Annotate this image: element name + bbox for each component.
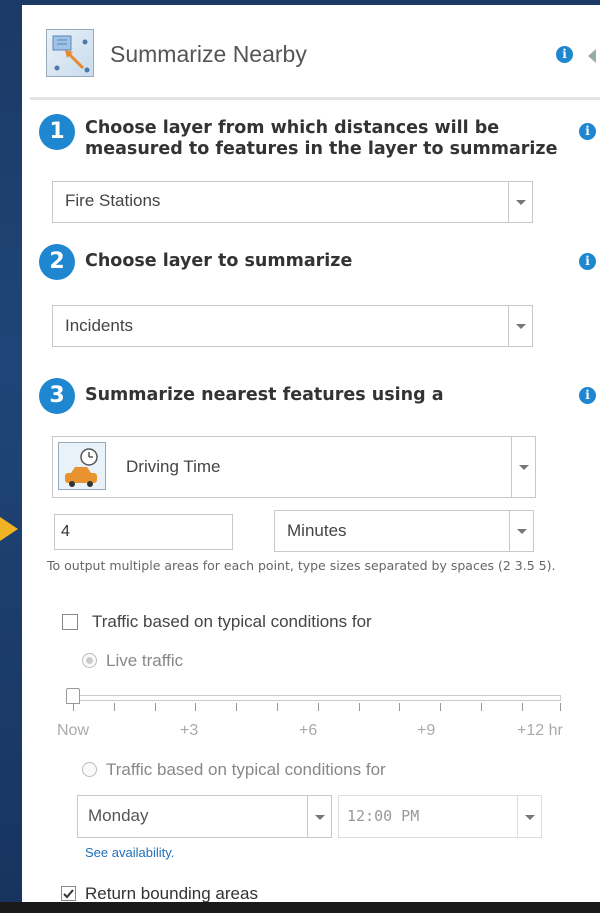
slider-tick	[155, 703, 156, 711]
bounding-areas-checkbox[interactable]	[61, 886, 76, 901]
slider-label-3: +3	[180, 722, 199, 739]
layer-summarize-value: Incidents	[65, 316, 134, 335]
slider-tick	[114, 703, 115, 711]
traffic-checkbox-label: Traffic based on typical conditions for	[92, 612, 372, 631]
time-value: 12:00 PM	[347, 807, 420, 825]
chevron-down-icon[interactable]	[508, 306, 532, 346]
slider-label-6: +6	[299, 722, 318, 739]
chevron-down-icon[interactable]	[517, 796, 541, 837]
slider-tick	[195, 703, 196, 711]
time-select[interactable]: 12:00 PM	[338, 795, 542, 838]
step-1-title-line2: measured to features in the layer to sum…	[85, 139, 558, 159]
slider-tick	[440, 703, 441, 711]
slider-label-now: Now	[57, 722, 90, 739]
layer-from-value: Fire Stations	[65, 191, 161, 210]
slider-tick	[277, 703, 278, 711]
typical-traffic-radio[interactable]	[82, 762, 97, 777]
summarize-nearby-panel: Summarize Nearby i 1 Choose layer from w…	[22, 5, 600, 913]
slider-tick	[318, 703, 319, 711]
step-1-number: 1	[39, 114, 75, 150]
slider-label-9: +9	[417, 722, 436, 739]
chevron-down-icon[interactable]	[307, 796, 331, 837]
info-icon[interactable]: i	[556, 46, 573, 63]
step-2-info-icon[interactable]: i	[579, 253, 596, 270]
distance-unit-value: Minutes	[287, 521, 347, 540]
collapse-arrow-icon[interactable]	[588, 49, 596, 63]
driving-time-icon	[58, 442, 106, 490]
live-traffic-radio[interactable]	[82, 653, 97, 668]
live-traffic-label: Live traffic	[106, 651, 184, 670]
step-3-info-icon[interactable]: i	[579, 387, 596, 404]
checkmark-icon	[63, 889, 74, 899]
panel-header: Summarize Nearby i	[22, 5, 600, 97]
step-3-number: 3	[39, 378, 75, 414]
measure-type-select[interactable]: Driving Time	[52, 436, 536, 498]
step-3-title: Summarize nearest features using a	[85, 385, 444, 405]
slider-tick	[236, 703, 237, 711]
header-divider	[30, 97, 600, 100]
bounding-areas-label: Return bounding areas	[85, 884, 258, 903]
slider-tick	[399, 703, 400, 711]
slider-tick	[522, 703, 523, 711]
chevron-down-icon[interactable]	[508, 182, 532, 222]
slider-tick	[73, 703, 74, 711]
slider-tick	[560, 703, 561, 711]
step-1-title: Choose layer from which distances will b…	[85, 118, 557, 160]
traffic-checkbox[interactable]	[62, 614, 78, 630]
layer-summarize-select[interactable]: Incidents	[52, 305, 533, 347]
measure-type-value: Driving Time	[126, 457, 221, 476]
panel-title: Summarize Nearby	[110, 41, 307, 67]
chevron-down-icon[interactable]	[509, 511, 533, 551]
step-2-number: 2	[39, 244, 75, 280]
summarize-nearby-icon	[46, 29, 94, 77]
chevron-down-icon[interactable]	[511, 437, 535, 497]
day-value: Monday	[88, 806, 149, 825]
step-2-title: Choose layer to summarize	[85, 251, 353, 271]
step-1-title-line1: Choose layer from which distances will b…	[85, 118, 500, 138]
slider-tick	[481, 703, 482, 711]
distance-input[interactable]: 4	[54, 514, 233, 550]
traffic-time-slider[interactable]	[71, 695, 561, 701]
typical-traffic-label: Traffic based on typical conditions for	[106, 760, 386, 779]
day-select[interactable]: Monday	[77, 795, 332, 838]
slider-handle[interactable]	[66, 688, 80, 704]
step-1-info-icon[interactable]: i	[579, 123, 596, 140]
layer-from-select[interactable]: Fire Stations	[52, 181, 533, 223]
slider-label-12: +12 hr	[517, 722, 563, 739]
distance-unit-select[interactable]: Minutes	[274, 510, 534, 552]
slider-tick	[359, 703, 360, 711]
map-edge-strip	[0, 902, 600, 913]
pointer-arrow-icon	[0, 517, 18, 541]
see-availability-link[interactable]: See availability.	[85, 845, 174, 860]
distance-hint: To output multiple areas for each point,…	[47, 558, 556, 573]
